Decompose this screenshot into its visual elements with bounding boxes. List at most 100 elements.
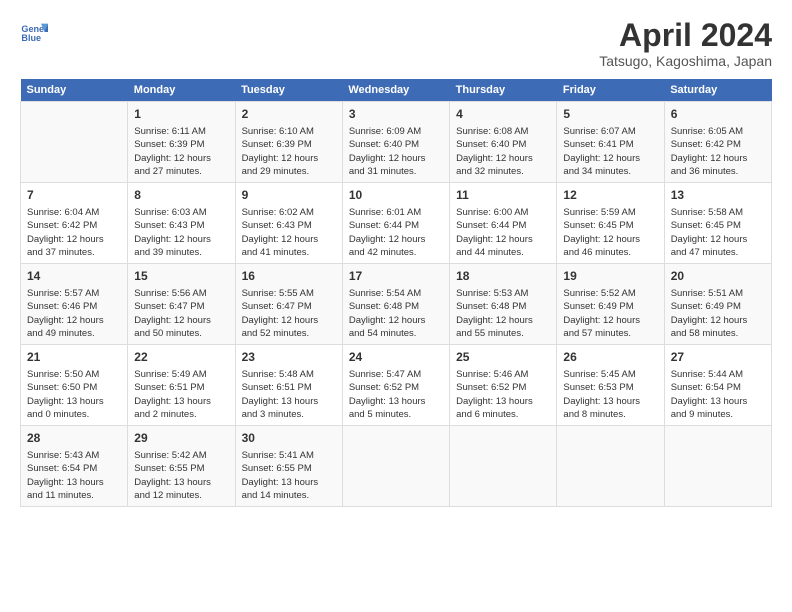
calendar-cell: 18Sunrise: 5:53 AMSunset: 6:48 PMDayligh…: [450, 264, 557, 345]
cell-info-line: and 37 minutes.: [27, 246, 121, 259]
day-number: 23: [242, 349, 336, 366]
cell-info-line: Daylight: 12 hours: [134, 152, 228, 165]
cell-info-line: and 31 minutes.: [349, 165, 443, 178]
cell-info-line: Sunrise: 5:52 AM: [563, 287, 657, 300]
calendar-cell: 9Sunrise: 6:02 AMSunset: 6:43 PMDaylight…: [235, 183, 342, 264]
cell-info-line: Sunset: 6:48 PM: [456, 300, 550, 313]
cell-info-line: Daylight: 13 hours: [242, 395, 336, 408]
cell-info-line: Daylight: 12 hours: [27, 314, 121, 327]
cell-info-line: Daylight: 12 hours: [134, 314, 228, 327]
cell-info-line: Daylight: 12 hours: [456, 233, 550, 246]
cell-info-line: and 11 minutes.: [27, 489, 121, 502]
day-header-tuesday: Tuesday: [235, 79, 342, 102]
cell-info-line: Sunset: 6:44 PM: [349, 219, 443, 232]
cell-info-line: Sunset: 6:44 PM: [456, 219, 550, 232]
day-number: 26: [563, 349, 657, 366]
cell-info-line: Sunrise: 6:02 AM: [242, 206, 336, 219]
cell-info-line: Daylight: 13 hours: [242, 476, 336, 489]
cell-info-line: Sunrise: 6:09 AM: [349, 125, 443, 138]
cell-info-line: Daylight: 12 hours: [671, 233, 765, 246]
cell-info-line: Sunset: 6:42 PM: [671, 138, 765, 151]
cell-info-line: and 52 minutes.: [242, 327, 336, 340]
logo: General Blue: [20, 18, 48, 46]
day-number: 30: [242, 430, 336, 447]
cell-info-line: Sunset: 6:49 PM: [563, 300, 657, 313]
week-row-4: 21Sunrise: 5:50 AMSunset: 6:50 PMDayligh…: [21, 345, 772, 426]
cell-info-line: Daylight: 12 hours: [349, 233, 443, 246]
cell-info-line: and 46 minutes.: [563, 246, 657, 259]
cell-info-line: Sunset: 6:52 PM: [349, 381, 443, 394]
cell-info-line: Sunset: 6:55 PM: [242, 462, 336, 475]
cell-info-line: Sunrise: 5:49 AM: [134, 368, 228, 381]
calendar-cell: 26Sunrise: 5:45 AMSunset: 6:53 PMDayligh…: [557, 345, 664, 426]
calendar-cell: 10 Sunrise: 6:01 AMSunset: 6:44 PMDayligh…: [342, 183, 449, 264]
cell-info-line: Sunset: 6:53 PM: [563, 381, 657, 394]
cell-info-line: Daylight: 12 hours: [563, 314, 657, 327]
cell-info-line: Sunset: 6:55 PM: [134, 462, 228, 475]
day-number: 10: [349, 187, 443, 204]
calendar-cell: 12Sunrise: 5:59 AMSunset: 6:45 PMDayligh…: [557, 183, 664, 264]
day-number: 19: [563, 268, 657, 285]
cell-info-line: and 9 minutes.: [671, 408, 765, 421]
cell-info-line: Sunrise: 6:05 AM: [671, 125, 765, 138]
cell-info-line: Sunrise: 6:01 AM: [349, 206, 443, 219]
calendar-cell: 27Sunrise: 5:44 AMSunset: 6:54 PMDayligh…: [664, 345, 771, 426]
cell-info-line: and 49 minutes.: [27, 327, 121, 340]
day-number: 16: [242, 268, 336, 285]
day-number: 24: [349, 349, 443, 366]
cell-info-line: Daylight: 12 hours: [349, 314, 443, 327]
cell-info-line: and 32 minutes.: [456, 165, 550, 178]
day-number: 28: [27, 430, 121, 447]
cell-info-line: Daylight: 12 hours: [563, 152, 657, 165]
cell-info-line: Sunrise: 6:07 AM: [563, 125, 657, 138]
cell-info-line: Sunset: 6:49 PM: [671, 300, 765, 313]
cell-info-line: Sunrise: 5:51 AM: [671, 287, 765, 300]
calendar-cell: 8Sunrise: 6:03 AMSunset: 6:43 PMDaylight…: [128, 183, 235, 264]
week-row-5: 28Sunrise: 5:43 AMSunset: 6:54 PMDayligh…: [21, 426, 772, 507]
cell-info-line: Daylight: 12 hours: [242, 152, 336, 165]
calendar-cell: [21, 102, 128, 183]
calendar-cell: 21Sunrise: 5:50 AMSunset: 6:50 PMDayligh…: [21, 345, 128, 426]
cell-info-line: and 0 minutes.: [27, 408, 121, 421]
cell-info-line: Sunrise: 5:56 AM: [134, 287, 228, 300]
cell-info-line: Daylight: 12 hours: [27, 233, 121, 246]
cell-info-line: Daylight: 12 hours: [671, 152, 765, 165]
cell-info-line: Sunset: 6:42 PM: [27, 219, 121, 232]
day-number: 25: [456, 349, 550, 366]
cell-info-line: and 14 minutes.: [242, 489, 336, 502]
calendar-cell: 22Sunrise: 5:49 AMSunset: 6:51 PMDayligh…: [128, 345, 235, 426]
cell-info-line: and 2 minutes.: [134, 408, 228, 421]
calendar-cell: 17Sunrise: 5:54 AMSunset: 6:48 PMDayligh…: [342, 264, 449, 345]
cell-info-line: Sunrise: 6:08 AM: [456, 125, 550, 138]
cell-info-line: and 3 minutes.: [242, 408, 336, 421]
day-number: 8: [134, 187, 228, 204]
cell-info-line: Sunrise: 5:59 AM: [563, 206, 657, 219]
cell-info-line: Daylight: 13 hours: [563, 395, 657, 408]
calendar-cell: 7Sunrise: 6:04 AMSunset: 6:42 PMDaylight…: [21, 183, 128, 264]
cell-info-line: and 27 minutes.: [134, 165, 228, 178]
day-number: 5: [563, 106, 657, 123]
cell-info-line: and 58 minutes.: [671, 327, 765, 340]
calendar-cell: 30 Sunrise: 5:41 AMSunset: 6:55 PMDayligh…: [235, 426, 342, 507]
calendar-cell: 14Sunrise: 5:57 AMSunset: 6:46 PMDayligh…: [21, 264, 128, 345]
cell-info-line: Sunset: 6:48 PM: [349, 300, 443, 313]
cell-info-line: and 47 minutes.: [671, 246, 765, 259]
svg-text:Blue: Blue: [21, 33, 41, 43]
calendar-cell: 6Sunrise: 6:05 AMSunset: 6:42 PMDaylight…: [664, 102, 771, 183]
cell-info-line: and 57 minutes.: [563, 327, 657, 340]
cell-info-line: Daylight: 13 hours: [134, 476, 228, 489]
cell-info-line: Sunset: 6:39 PM: [242, 138, 336, 151]
cell-info-line: Daylight: 12 hours: [242, 233, 336, 246]
cell-info-line: and 42 minutes.: [349, 246, 443, 259]
calendar-cell: 29Sunrise: 5:42 AMSunset: 6:55 PMDayligh…: [128, 426, 235, 507]
cell-info-line: Daylight: 13 hours: [27, 395, 121, 408]
cell-info-line: Sunset: 6:50 PM: [27, 381, 121, 394]
cell-info-line: and 39 minutes.: [134, 246, 228, 259]
page: General Blue April 2024 Tatsugo, Kagoshi…: [0, 0, 792, 612]
cell-info-line: and 44 minutes.: [456, 246, 550, 259]
cell-info-line: Sunset: 6:54 PM: [671, 381, 765, 394]
cell-info-line: Sunrise: 5:41 AM: [242, 449, 336, 462]
logo-icon: General Blue: [20, 18, 48, 46]
day-number: 27: [671, 349, 765, 366]
cell-info-line: Daylight: 12 hours: [349, 152, 443, 165]
